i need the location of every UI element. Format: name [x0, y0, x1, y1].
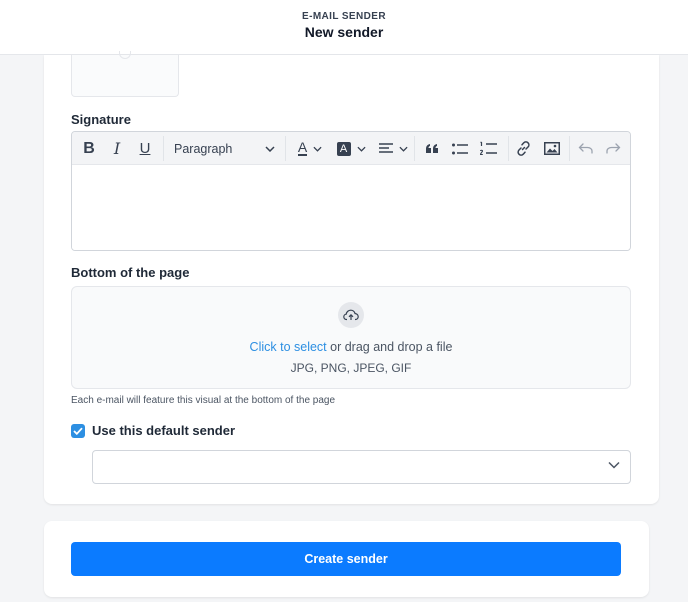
redo-button[interactable] [603, 132, 623, 165]
logo-preview[interactable] [71, 51, 179, 97]
logo-placeholder-icon [119, 51, 131, 59]
redo-icon [605, 143, 620, 154]
bullet-list-icon [452, 143, 468, 154]
numbered-list-icon [479, 141, 497, 156]
drag-drop-text: or drag and drop a file [326, 340, 453, 354]
editor-toolbar: B I U Paragraph A A [72, 132, 630, 165]
header-eyebrow: E-MAIL SENDER [302, 11, 386, 22]
paragraph-format-select[interactable]: Paragraph [165, 132, 283, 165]
align-icon [378, 142, 393, 153]
page-title: New sender [304, 24, 384, 40]
click-to-select-link[interactable]: Click to select [250, 340, 327, 354]
highlight-icon: A [336, 141, 351, 156]
link-button[interactable] [513, 132, 533, 165]
toolbar-divider [508, 136, 509, 161]
undo-icon [578, 143, 593, 154]
chevron-down-icon [313, 146, 322, 152]
font-color-button[interactable]: A [292, 132, 328, 165]
toolbar-divider [285, 136, 286, 161]
toolbar-divider [163, 136, 164, 161]
underline-button[interactable]: U [137, 132, 153, 165]
action-card: Create sender [44, 521, 649, 597]
accepted-formats: JPG, PNG, JPEG, GIF [290, 361, 412, 375]
numbered-list-button[interactable] [478, 132, 498, 165]
image-icon [544, 142, 560, 155]
undo-button[interactable] [575, 132, 595, 165]
quote-button[interactable] [422, 132, 442, 165]
quote-icon [426, 144, 438, 153]
checkmark-icon [73, 427, 83, 435]
default-sender-checkbox[interactable] [71, 424, 85, 438]
signature-label: Signature [71, 112, 131, 127]
sender-form-card: Signature B I U Paragraph A A Bottom of … [44, 51, 659, 504]
highlight-button[interactable]: A [334, 132, 368, 165]
link-icon [516, 141, 530, 156]
cloud-upload-icon [338, 302, 364, 328]
toolbar-divider [414, 136, 415, 161]
default-sender-select[interactable] [92, 450, 631, 484]
paragraph-format-value: Paragraph [174, 141, 233, 156]
create-sender-button[interactable]: Create sender [71, 542, 621, 576]
bullet-list-button[interactable] [450, 132, 470, 165]
toolbar-divider [569, 136, 570, 161]
align-button[interactable] [376, 132, 410, 165]
bold-button[interactable]: B [80, 132, 98, 165]
italic-button[interactable]: I [109, 132, 125, 165]
image-button[interactable] [541, 132, 563, 165]
chevron-down-icon [398, 146, 408, 152]
default-sender-label[interactable]: Use this default sender [92, 423, 235, 438]
file-dropzone[interactable]: Click to select or drag and drop a file … [71, 286, 631, 389]
signature-editor: B I U Paragraph A A [71, 131, 631, 251]
upload-instructions: Click to select or drag and drop a file [72, 340, 630, 354]
font-color-icon: A [297, 139, 308, 156]
chevron-down-icon [356, 146, 366, 152]
chevron-down-icon [608, 461, 620, 469]
chevron-down-icon [265, 145, 275, 152]
bottom-of-page-hint: Each e-mail will feature this visual at … [71, 395, 336, 406]
header: E-MAIL SENDER New sender [0, 0, 688, 55]
signature-content-area[interactable] [72, 165, 630, 250]
bottom-of-page-label: Bottom of the page [71, 265, 190, 280]
